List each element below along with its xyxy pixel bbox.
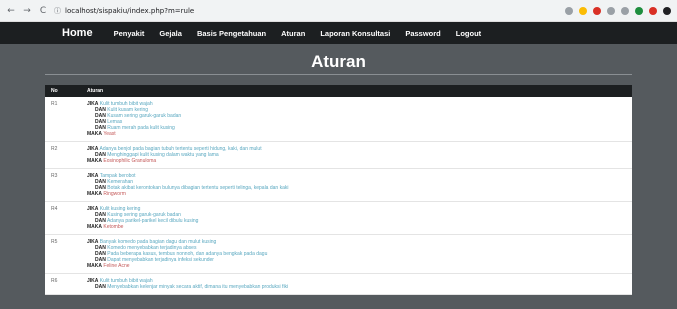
table-row: R6 JIKA Kulit tumbuh bibit wajah DAN Menye…	[45, 273, 632, 295]
rule-result-link[interactable]: Feline Acne	[103, 263, 129, 269]
extension-icon[interactable]	[607, 6, 615, 15]
rule-line: MAKA Yeast	[87, 131, 626, 137]
rule-cell: JIKA Kulit tumbuh bibit wajah DAN Menyeba…	[81, 273, 632, 295]
rule-cell: JIKA Banyak komedo pada bagian dagu dan …	[81, 234, 632, 274]
column-header-no: No	[45, 85, 81, 97]
rule-condition-link[interactable]: Ruam merah pada kulit kusing	[107, 125, 175, 131]
info-icon[interactable]: ⓘ	[54, 6, 61, 16]
rule-number: R3	[45, 168, 81, 202]
rule-result-link[interactable]: Ketombe	[103, 224, 123, 230]
rule-number: R5	[45, 234, 81, 274]
rule-line: MAKA Ringworm	[87, 191, 626, 197]
extension-icons	[565, 6, 671, 15]
column-header-aturan: Aturan	[81, 85, 632, 97]
rule-number: R6	[45, 273, 81, 295]
rule-cell: JIKA Kulit tumbuh bibit wajah DAN Kulit k…	[81, 97, 632, 142]
title-divider	[45, 74, 632, 75]
rule-keyword: MAKA	[87, 224, 102, 230]
nav-item-password[interactable]: Password	[405, 29, 440, 38]
rule-result-link[interactable]: Yeast	[103, 131, 115, 137]
rule-cell: JIKA Adanya benjol pada bagian tubuh ter…	[81, 141, 632, 169]
rule-line: MAKA Feline Acne	[87, 263, 626, 269]
rule-keyword: MAKA	[87, 191, 102, 197]
top-navbar: Home Penyakit Gejala Basis Pengetahuan A…	[0, 22, 677, 44]
rules-table-body: R1 JIKA Kulit tumbuh bibit wajah DAN Kulit…	[45, 97, 632, 295]
rule-number: R4	[45, 201, 81, 235]
rule-cell: JIKA Kulit kusing kering DAN Kusing serin…	[81, 201, 632, 235]
rule-number: R1	[45, 97, 81, 142]
rule-keyword: MAKA	[87, 263, 102, 269]
extension-icon[interactable]	[621, 6, 629, 15]
rule-line: DAN Menyebabkan kelenjar minyak secara a…	[87, 284, 626, 290]
rule-keyword: MAKA	[87, 158, 102, 164]
rule-result-link[interactable]: Eosinophilic Granuloma	[103, 158, 156, 164]
nav-item-gejala[interactable]: Gejala	[159, 29, 182, 38]
back-arrow-icon[interactable]: ←	[6, 6, 16, 16]
rule-keyword: MAKA	[87, 131, 102, 137]
forward-arrow-icon[interactable]: →	[22, 6, 32, 16]
table-row: R1 JIKA Kulit tumbuh bibit wajah DAN Kulit…	[45, 97, 632, 142]
reload-icon[interactable]: C	[38, 6, 48, 16]
page-title: Aturan	[311, 52, 366, 71]
table-row: R3 JIKA Tampak berobot DAN Kemerahan DAN Bo…	[45, 168, 632, 202]
table-row: R4 JIKA Kulit kusing kering DAN Kusing ser…	[45, 201, 632, 235]
main-content: Aturan No Aturan R1 JIKA Kulit tumbuh bib…	[0, 44, 677, 309]
extension-icon[interactable]	[565, 6, 573, 15]
avatar[interactable]	[663, 6, 671, 15]
rule-result-link[interactable]: Ringworm	[103, 191, 126, 197]
table-row: R5 JIKA Banyak komedo pada bagian dagu da…	[45, 234, 632, 274]
rule-number: R2	[45, 141, 81, 169]
rule-keyword: DAN	[95, 284, 106, 290]
address-bar[interactable]: ⓘ localhost/sispakiu/index.php?m=rule	[54, 4, 559, 18]
rules-table: No Aturan R1 JIKA Kulit tumbuh bibit waja…	[45, 85, 632, 295]
nav-home-link[interactable]: Home	[62, 27, 93, 39]
nav-item-logout[interactable]: Logout	[456, 29, 481, 38]
rule-condition-link[interactable]: Botak akibat kerontokan bulunya dibagian…	[107, 185, 288, 191]
browser-toolbar: ← → C ⓘ localhost/sispakiu/index.php?m=r…	[0, 0, 677, 22]
nav-item-laporan-konsultasi[interactable]: Laporan Konsultasi	[320, 29, 390, 38]
nav-item-basis-pengetahuan[interactable]: Basis Pengetahuan	[197, 29, 266, 38]
extension-icon[interactable]	[635, 6, 643, 15]
rule-cell: JIKA Tampak berobot DAN Kemerahan DAN Bota…	[81, 168, 632, 202]
nav-item-penyakit[interactable]: Penyakit	[114, 29, 145, 38]
rule-line: MAKA Eosinophilic Granuloma	[87, 158, 626, 164]
extension-icon[interactable]	[593, 6, 601, 15]
rule-line: MAKA Ketombe	[87, 224, 626, 230]
url-text[interactable]: localhost/sispakiu/index.php?m=rule	[65, 7, 194, 15]
extension-icon[interactable]	[649, 6, 657, 15]
table-row: R2 JIKA Adanya benjol pada bagian tubuh t…	[45, 141, 632, 169]
rule-condition-link[interactable]: Menyebabkan kelenjar minyak secara aktif…	[107, 284, 288, 290]
table-header-row: No Aturan	[45, 85, 632, 97]
nav-item-aturan[interactable]: Aturan	[281, 29, 305, 38]
star-icon[interactable]	[579, 6, 587, 15]
